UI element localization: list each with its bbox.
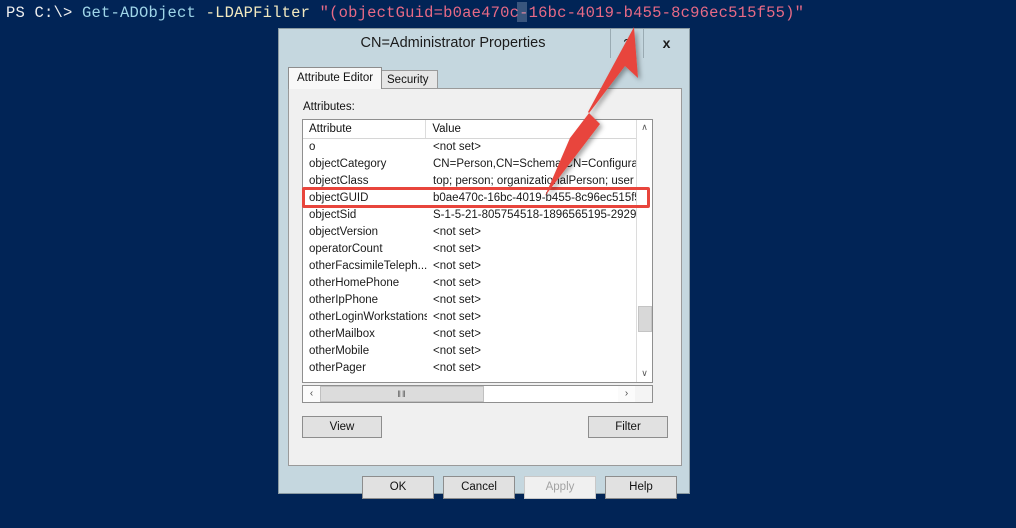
cell-attribute: otherMobile (309, 345, 370, 357)
horizontal-scrollbar-track[interactable]: ‖‖ (320, 386, 618, 402)
ok-button[interactable]: OK (362, 476, 434, 499)
cancel-button[interactable]: Cancel (443, 476, 515, 499)
table-row[interactable]: objectVersion <not set> (303, 224, 652, 241)
cell-attribute: otherPager (309, 362, 366, 374)
vertical-scrollbar-thumb[interactable] (638, 306, 652, 332)
table-row[interactable]: otherPager <not set> (303, 360, 652, 377)
powershell-prompt: PS C:\> (6, 4, 83, 22)
cell-value: <not set> (433, 345, 481, 357)
attributes-listview[interactable]: Attribute Value o <not set> objectCategory… (302, 119, 653, 383)
tab-strip: Attribute Editor Security (288, 67, 682, 89)
scroll-right-icon[interactable]: › (618, 386, 635, 402)
listview-header: Attribute Value (303, 120, 652, 139)
close-icon[interactable]: x (643, 29, 689, 58)
horizontal-scrollbar-thumb[interactable]: ‖‖ (320, 386, 484, 402)
table-row[interactable]: o <not set> (303, 139, 652, 156)
powershell-parameter: -LDAPFilter (205, 4, 311, 22)
cell-value: <not set> (433, 277, 481, 289)
table-row[interactable]: otherIpPhone <not set> (303, 292, 652, 309)
powershell-command-line: PS C:\> Get-ADObject -LDAPFilter "(objec… (6, 3, 804, 23)
cell-attribute: otherIpPhone (309, 294, 379, 306)
scroll-down-icon[interactable]: ∨ (637, 366, 652, 382)
apply-button: Apply (524, 476, 596, 499)
cell-value: S-1-5-21-805754518-1896565195-29297403 (433, 209, 640, 221)
cell-value: <not set> (433, 362, 481, 374)
table-row[interactable]: otherMailbox <not set> (303, 326, 652, 343)
cell-attribute: objectCategory (309, 158, 387, 170)
horizontal-scrollbar[interactable]: ‹ ‖‖ › (302, 385, 653, 403)
tab-security[interactable]: Security (378, 70, 438, 89)
cell-attribute: o (309, 141, 316, 153)
powershell-cmdlet: Get-ADObject (82, 4, 197, 22)
filter-button[interactable]: Filter (588, 416, 668, 438)
cell-attribute: objectClass (309, 175, 369, 187)
cell-attribute: otherMailbox (309, 328, 375, 340)
cell-value: <not set> (433, 243, 481, 255)
scroll-left-icon[interactable]: ‹ (303, 386, 320, 402)
table-row[interactable]: objectCategory CN=Person,CN=Schema,CN=Con… (303, 156, 652, 173)
help-icon[interactable]: ? (610, 29, 643, 58)
listview-rows: o <not set> objectCategory CN=Person,CN=Sch… (303, 139, 652, 383)
vertical-scrollbar[interactable]: ∧ ∨ (636, 120, 652, 382)
cell-attribute: otherHomePhone (309, 277, 400, 289)
cell-value: <not set> (433, 226, 481, 238)
powershell-argument: "(objectGuid=b0ae470c-16bc-4019-b455-8c9… (319, 4, 805, 22)
dialog-titlebar[interactable]: CN=Administrator Properties ? x (279, 29, 689, 58)
cell-value: CN=Person,CN=Schema,CN=Configuration,D (433, 158, 640, 170)
table-row[interactable]: otherLoginWorkstations <not set> (303, 309, 652, 326)
table-row[interactable]: otherFacsimileTeleph... <not set> (303, 258, 652, 275)
powershell-space-1 (196, 4, 206, 22)
attributes-label: Attributes: (303, 101, 355, 113)
cell-value: b0ae470c-16bc-4019-b455-8c96ec515f55 (433, 192, 640, 204)
table-row[interactable]: objectGUID b0ae470c-16bc-4019-b455-8c96ec… (303, 190, 652, 207)
scroll-up-icon[interactable]: ∧ (637, 120, 652, 136)
console-cursor (517, 2, 527, 22)
table-row[interactable]: objectSid S-1-5-21-805754518-1896565195-2… (303, 207, 652, 224)
attribute-editor-page: Attributes: Attribute Value o <not set> ob… (288, 88, 682, 466)
cell-value: <not set> (433, 311, 481, 323)
cell-attribute: objectVersion (309, 226, 379, 238)
table-row[interactable]: otherHomePhone <not set> (303, 275, 652, 292)
cell-attribute: otherFacsimileTeleph... (309, 260, 427, 272)
column-header-value[interactable]: Value (426, 120, 652, 138)
cell-attribute: objectSid (309, 209, 357, 221)
cell-value: <not set> (433, 141, 481, 153)
table-row[interactable]: otherMobile <not set> (303, 343, 652, 360)
properties-dialog: CN=Administrator Properties ? x Attribut… (278, 28, 690, 499)
view-button[interactable]: View (302, 416, 382, 438)
help-button[interactable]: Help (605, 476, 677, 499)
cell-value: <not set> (433, 328, 481, 340)
cell-value: <not set> (433, 260, 481, 272)
powershell-space-2 (310, 4, 320, 22)
tab-attribute-editor[interactable]: Attribute Editor (288, 67, 383, 89)
cell-value: <not set> (433, 294, 481, 306)
cell-attribute: operatorCount (309, 243, 383, 255)
cell-attribute: otherLoginWorkstations (309, 311, 427, 323)
cell-attribute: objectGUID (309, 192, 369, 204)
table-row[interactable]: operatorCount <not set> (303, 241, 652, 258)
table-row[interactable]: objectClass top; person; organizationalPe… (303, 173, 652, 190)
cell-value: top; person; organizationalPerson; user (433, 175, 634, 187)
column-header-attribute[interactable]: Attribute (303, 120, 427, 138)
